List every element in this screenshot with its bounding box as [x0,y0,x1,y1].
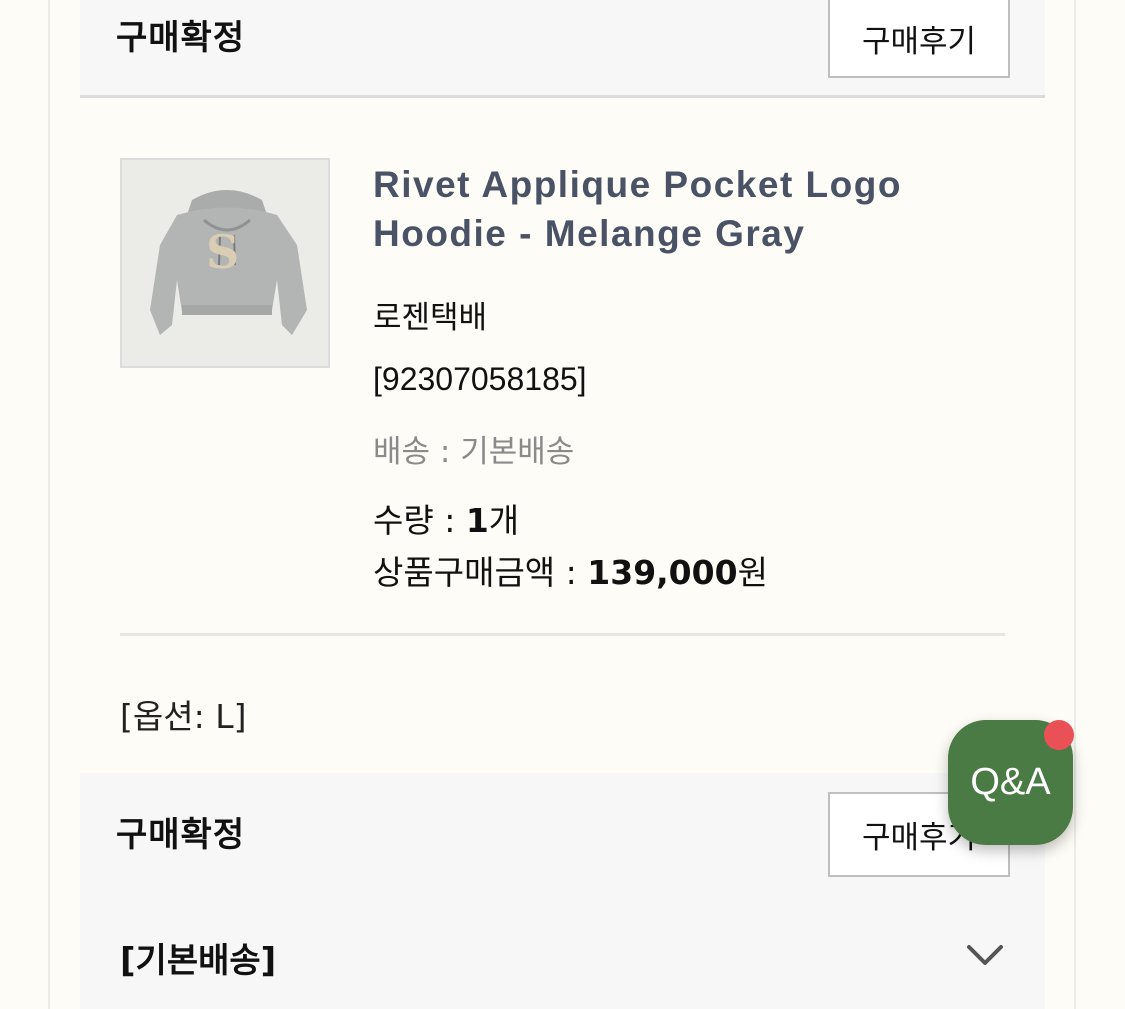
price-value: 139,000 [587,553,738,592]
order-status-footer: 구매확정 구매후기 [기본배송] [80,773,1045,1009]
order-status-title: 구매확정 [116,815,246,855]
product-name-link[interactable]: Rivet Applique Pocket Logo Hoodie - Mela… [373,160,1013,258]
quantity-label: 수량 : [373,501,466,540]
chevron-down-icon[interactable] [965,943,1005,967]
order-status-title: 구매확정 [116,18,246,58]
product-thumbnail[interactable]: S [120,158,330,368]
section-divider [120,633,1005,636]
tracking-number-link[interactable]: [92307058185] [373,361,587,398]
shipping-method: 배송 : 기본배송 [373,434,575,470]
courier-name: 로젠택배 [373,300,488,336]
quantity-info: 수량 : 1개 [373,494,519,542]
write-review-button[interactable]: 구매후기 [828,0,1010,78]
quantity-unit: 개 [488,501,520,540]
product-option: [옵션: L] [120,697,247,736]
price-unit: 원 [737,553,768,592]
delivery-type-toggle[interactable]: [기본배송] [120,933,276,982]
hoodie-logo-letter: S [206,225,239,279]
price-label: 상품구매금액 : [373,553,588,592]
order-status-header: 구매확정 구매후기 [80,0,1045,98]
hoodie-image: S [122,160,328,366]
quantity-value: 1 [465,501,489,540]
price-info: 상품구매금액 : 139,000원 [373,546,768,594]
notification-dot-icon [1044,720,1074,750]
